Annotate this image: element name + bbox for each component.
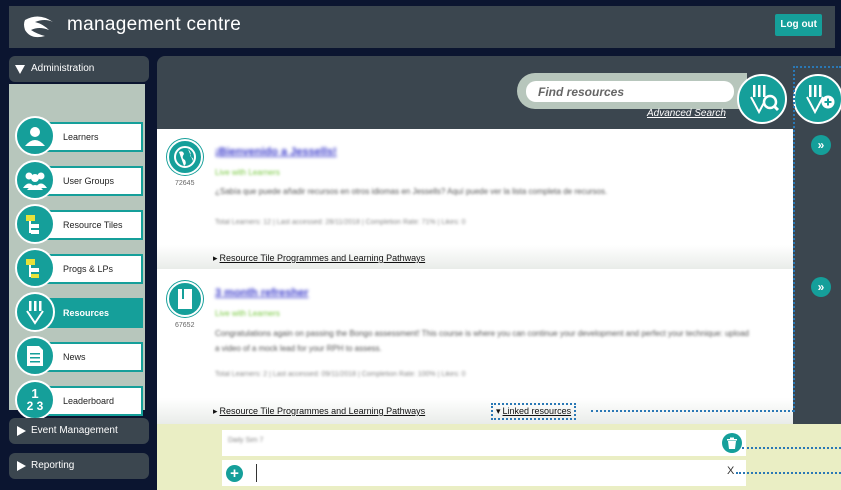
sidebar-item-resource-tiles[interactable]: Resource Tiles (15, 204, 143, 244)
leaderboard-rest: 2 3 (26, 399, 44, 413)
resource-card: 72645 ¡Bienvenido a Jessells! Live with … (157, 129, 793, 269)
sidebar-item-user-groups[interactable]: User Groups (15, 160, 143, 200)
administration-section[interactable]: Administration (9, 56, 149, 82)
search-resources-button[interactable] (737, 74, 787, 124)
sidebar-item-learners[interactable]: Learners (15, 116, 143, 156)
app-title: management centre (67, 14, 242, 35)
resource-title[interactable]: 3 month refresher (215, 287, 309, 299)
globe-icon (167, 139, 203, 175)
delete-link-button[interactable] (722, 433, 742, 453)
resource-subtitle: Live with Learners (215, 309, 280, 318)
linked-resource-input[interactable] (256, 464, 696, 482)
book-icon (167, 281, 203, 317)
sidebar-item-progs-lps[interactable]: Progs & LPs (15, 248, 143, 288)
logo-icon (24, 16, 53, 38)
sidebar-item-resources[interactable]: Resources (15, 292, 143, 332)
sidebar-item-news[interactable]: News (15, 336, 143, 376)
news-icon (15, 336, 55, 376)
resource-list: 72645 ¡Bienvenido a Jessells! Live with … (157, 129, 793, 424)
programmes-link[interactable]: Resource Tile Programmes and Learning Pa… (213, 406, 426, 417)
folder-tree-icon (15, 204, 55, 244)
resource-id: 67652 (175, 322, 195, 329)
resource-id: 72645 (175, 180, 195, 187)
resource-title[interactable]: ¡Bienvenido a Jessells! (215, 146, 337, 158)
resource-footer: Resource Tile Programmes and Learning Pa… (157, 245, 793, 269)
programmes-link[interactable]: Resource Tile Programmes and Learning Pa… (213, 253, 426, 264)
reporting-label: Reporting (31, 460, 75, 471)
double-chevron-right-icon: » (817, 280, 825, 294)
sidebar-item-leaderboard[interactable]: Leaderboard 1 2 3 (15, 380, 143, 420)
resource-add-icon (806, 85, 835, 115)
leaderboard-icon: 1 2 3 (15, 380, 55, 420)
resources-icon (15, 292, 55, 332)
advanced-search-link[interactable]: Advanced Search (647, 108, 726, 119)
sidebar: Administration Learners User Groups Reso… (9, 56, 149, 479)
annotation-line (591, 410, 794, 412)
administration-label: Administration (31, 63, 95, 74)
admin-nav-panel: Learners User Groups Resource Tiles Prog… (9, 84, 145, 420)
chevron-right-icon (17, 426, 26, 436)
trash-icon (727, 437, 737, 449)
resource-search-icon (750, 85, 780, 115)
person-icon (15, 116, 55, 156)
chevron-right-icon (17, 461, 26, 471)
double-chevron-right-icon: » (817, 138, 825, 152)
add-resource-button[interactable] (793, 74, 841, 124)
annotation-line (793, 66, 841, 68)
open-resource-button[interactable]: » (811, 277, 831, 297)
reporting-section[interactable]: Reporting (9, 453, 149, 479)
app-header: management centre Log out (9, 6, 835, 48)
resource-meta: Total Learners: 12 | Last accessed: 28/1… (215, 219, 466, 226)
logout-button[interactable]: Log out (775, 14, 822, 36)
event-management-label: Event Management (31, 425, 118, 436)
clear-input-button[interactable]: X (727, 465, 734, 477)
resource-description: Congratulations again on passing the Bon… (215, 329, 749, 353)
resource-description: ¿Sabía que puede añadir recursos en otro… (215, 187, 608, 196)
annotation-line (736, 472, 841, 474)
linked-resource-name: Daily Sim 7 (228, 437, 264, 444)
linked-resource-item: Daily Sim 7 (222, 430, 746, 456)
annotation-line (793, 66, 795, 412)
resource-card: 67652 3 month refresher Live with Learne… (157, 271, 793, 424)
resource-meta: Total Learners: 2 | Last accessed: 09/11… (215, 371, 466, 378)
resource-subtitle: Live with Learners (215, 168, 280, 177)
chevron-down-icon (15, 65, 25, 74)
search-input[interactable] (526, 81, 734, 102)
add-link-button[interactable]: + (226, 465, 243, 482)
event-management-section[interactable]: Event Management (9, 418, 149, 444)
open-resource-button[interactable]: » (811, 135, 831, 155)
annotation-line (742, 447, 841, 449)
linked-resources-toggle[interactable]: Linked resources (491, 403, 577, 420)
group-icon (15, 160, 55, 200)
folder-tree-icon (15, 248, 55, 288)
